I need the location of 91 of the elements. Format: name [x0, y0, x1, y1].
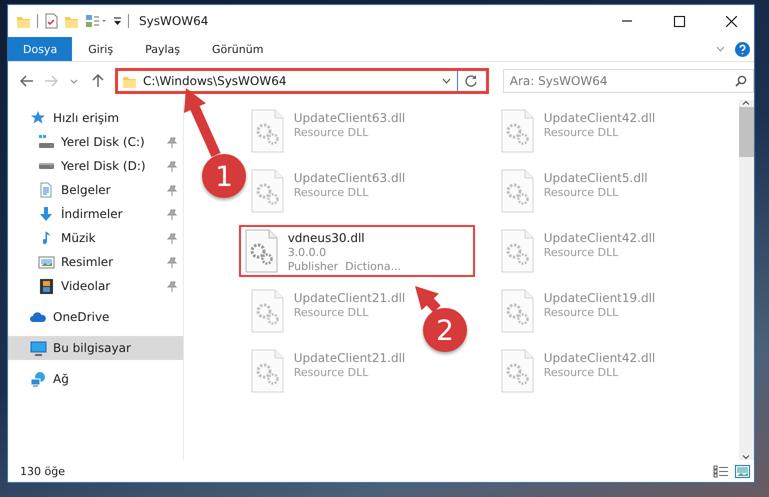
properties-icon[interactable] — [85, 14, 107, 28]
gear-file-icon — [250, 349, 284, 393]
ribbon-tab[interactable]: Giriş — [72, 37, 130, 61]
address-bar[interactable]: C:\Windows\SysWOW64 — [115, 68, 489, 94]
file-detail: Resource DLL — [294, 126, 370, 139]
scroll-up-icon[interactable] — [742, 100, 750, 105]
file-name: UpdateClient21.dll — [294, 351, 406, 365]
computer-icon — [30, 340, 47, 356]
nav-item[interactable]: Ağ — [8, 367, 75, 391]
annotation-arrow — [184, 88, 221, 157]
file-name: UpdateClient5.dll — [544, 171, 648, 185]
minimize-icon — [622, 20, 632, 22]
star-icon — [30, 110, 47, 126]
large-icons-view-icon[interactable] — [735, 464, 750, 478]
file-name: UpdateClient42.dll — [544, 111, 656, 125]
file-item[interactable]: vdneus30.dll 3.0.0.0 Publisher Dictiona... — [238, 225, 475, 277]
nav-item[interactable]: Videolar — [8, 274, 183, 298]
nav-item[interactable]: Yerel Disk (D:) — [8, 154, 183, 178]
close-icon — [726, 16, 736, 26]
file-detail: Resource DLL — [294, 366, 370, 379]
forward-arrow-icon — [44, 75, 58, 87]
pin-icon[interactable] — [166, 256, 177, 268]
pin-icon[interactable] — [166, 136, 177, 148]
gear-file-icon — [500, 349, 534, 393]
search-field[interactable]: Ara: SysWOW64 — [502, 69, 754, 93]
nav-item[interactable]: Bu bilgisayar — [8, 336, 183, 360]
nav-item[interactable]: OneDrive — [8, 305, 116, 329]
file-detail: Resource DLL — [544, 366, 620, 379]
help-icon[interactable] — [735, 42, 750, 56]
nav-item[interactable]: Belgeler — [8, 178, 183, 202]
nav-item[interactable]: Resimler — [8, 250, 183, 274]
maximize-icon — [674, 16, 684, 26]
file-name: UpdateClient63.dll — [294, 171, 406, 185]
search-icon — [735, 75, 747, 87]
gear-file-icon — [250, 289, 284, 333]
music-icon — [42, 231, 50, 245]
ribbon-tab[interactable]: Görünüm — [196, 37, 280, 61]
pin-icon[interactable] — [166, 184, 177, 196]
file-name: UpdateClient42.dll — [544, 231, 656, 245]
annotation-arrow — [415, 286, 441, 312]
nav-item[interactable]: İndirmeler — [8, 202, 183, 226]
scrollbar[interactable] — [738, 100, 754, 460]
chevron-down-icon — [70, 78, 78, 84]
file-detail: Publisher Dictiona... — [288, 260, 402, 273]
pin-icon[interactable] — [166, 208, 177, 220]
file-name: UpdateClient63.dll — [294, 111, 406, 125]
file-detail: Resource DLL — [544, 246, 620, 259]
expand-ribbon-icon[interactable] — [716, 46, 725, 52]
up-arrow-icon — [92, 74, 104, 88]
videos-icon — [38, 278, 55, 294]
gear-file-icon — [500, 169, 534, 213]
gear-file-icon — [500, 109, 534, 153]
drive-icon — [39, 163, 54, 169]
gear-file-icon — [500, 289, 534, 333]
refresh-icon[interactable] — [464, 74, 478, 88]
checklist-icon[interactable] — [44, 13, 58, 29]
gear-file-icon — [250, 109, 284, 153]
scroll-thumb[interactable] — [738, 107, 754, 157]
back-arrow-icon — [20, 75, 34, 87]
file-detail: Resource DLL — [544, 306, 620, 319]
pictures-icon — [38, 254, 55, 270]
address-path: C:\Windows\SysWOW64 — [143, 74, 288, 88]
window-title: SysWOW64 — [139, 14, 210, 28]
scroll-down-icon[interactable] — [742, 455, 750, 460]
nav-item[interactable]: Hızlı erişim — [8, 106, 126, 130]
details-view-icon[interactable] — [713, 464, 729, 478]
gear-file-icon — [500, 229, 534, 273]
gear-file-icon — [250, 169, 284, 213]
nav-item[interactable]: Müzik — [8, 226, 183, 250]
file-name: vdneus30.dll — [288, 231, 366, 245]
file-detail: Resource DLL — [544, 126, 620, 139]
nav-item[interactable]: Yerel Disk (C:) — [8, 130, 183, 154]
drive-c-icon — [38, 134, 55, 150]
file-detail: Resource DLL — [294, 186, 370, 199]
file-detail: Resource DLL — [544, 186, 620, 199]
download-icon — [38, 206, 55, 222]
file-name: UpdateClient19.dll — [544, 291, 656, 305]
ribbon-tab[interactable]: Dosya — [8, 37, 72, 61]
pin-icon[interactable] — [166, 160, 177, 172]
gear-file-icon — [244, 229, 278, 273]
ribbon-tab[interactable]: Paylaş — [129, 37, 196, 61]
file-name: UpdateClient21.dll — [294, 291, 406, 305]
customize-arrow-icon[interactable] — [113, 16, 122, 26]
file-name: UpdateClient42.dll — [544, 351, 656, 365]
pin-icon[interactable] — [166, 232, 177, 244]
pin-icon[interactable] — [166, 280, 177, 292]
item-count: 130 öğe — [20, 464, 65, 478]
dropdown-icon[interactable] — [442, 78, 451, 84]
network-icon — [30, 371, 47, 387]
file-detail: Resource DLL — [294, 306, 370, 319]
file-detail: 3.0.0.0 — [288, 246, 328, 259]
